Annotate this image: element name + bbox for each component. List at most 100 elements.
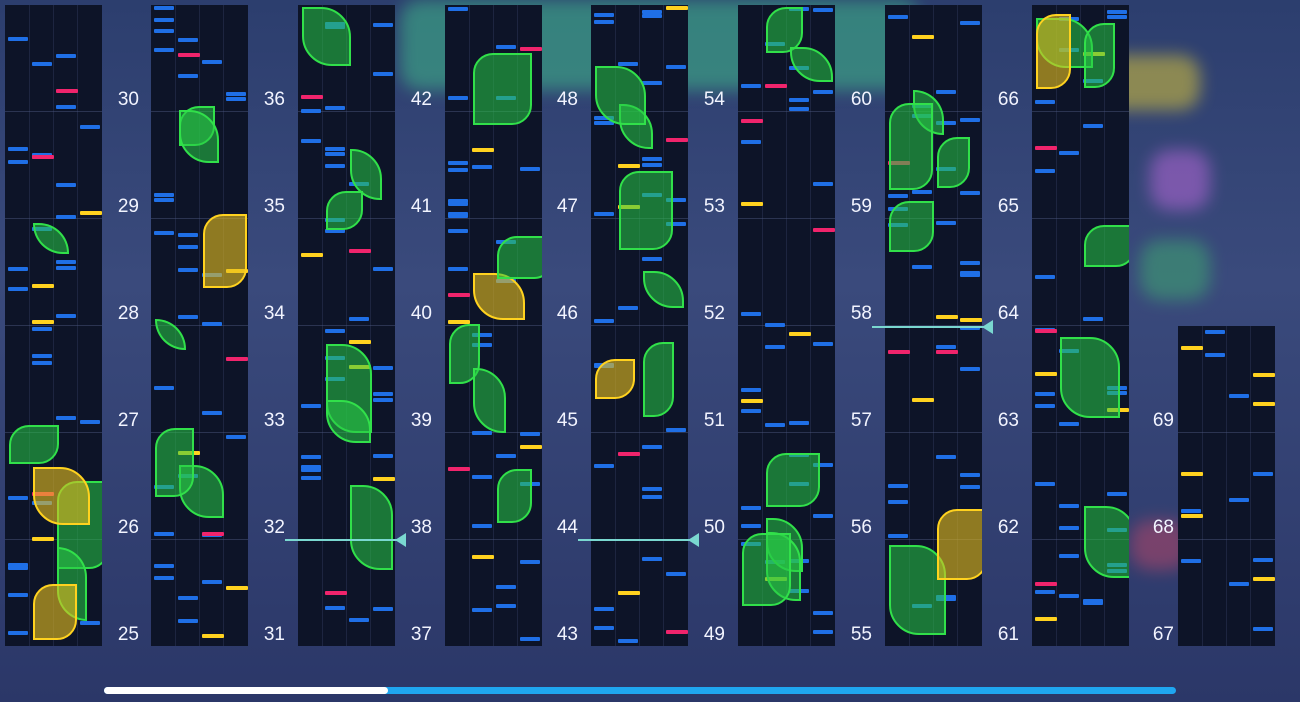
tap-note bbox=[373, 398, 393, 403]
critical-note bbox=[666, 630, 688, 635]
tap-note bbox=[448, 266, 468, 271]
flick-note bbox=[618, 590, 640, 595]
measure-number: 27 bbox=[117, 410, 139, 431]
measure-number: 45 bbox=[556, 410, 578, 431]
tap-note bbox=[1059, 594, 1079, 599]
tap-note bbox=[325, 152, 345, 157]
tap-note bbox=[666, 64, 686, 69]
measure-line bbox=[738, 432, 835, 433]
measure-line bbox=[298, 325, 395, 326]
tap-note bbox=[1059, 553, 1079, 558]
tap-note bbox=[1181, 559, 1201, 564]
tap-note bbox=[301, 464, 321, 469]
tap-note bbox=[1083, 123, 1103, 128]
tap-note bbox=[178, 595, 198, 600]
critical-note bbox=[765, 83, 787, 88]
hold-note bbox=[326, 190, 364, 231]
tap-note bbox=[789, 106, 809, 111]
tap-note bbox=[373, 606, 393, 611]
tap-note bbox=[741, 311, 761, 316]
tap-note bbox=[888, 499, 908, 504]
measure-number: 52 bbox=[703, 303, 725, 324]
critical-note bbox=[448, 292, 470, 297]
tap-note bbox=[496, 585, 516, 590]
flick-note bbox=[1035, 616, 1057, 621]
tap-note bbox=[1107, 492, 1127, 497]
measure-number: 63 bbox=[997, 410, 1019, 431]
tap-note bbox=[765, 323, 785, 328]
tap-note bbox=[32, 361, 52, 366]
tap-note bbox=[888, 484, 908, 489]
measure-number: 42 bbox=[410, 89, 432, 110]
tap-note bbox=[1253, 626, 1273, 631]
flick-note bbox=[1035, 371, 1057, 376]
tap-note bbox=[178, 38, 198, 43]
measure-line bbox=[445, 539, 542, 540]
tap-note bbox=[178, 233, 198, 238]
measure-line bbox=[1032, 111, 1129, 112]
measure-line bbox=[5, 218, 102, 219]
measure-number: 37 bbox=[410, 624, 432, 645]
hold-note bbox=[155, 427, 195, 498]
flick-note bbox=[32, 537, 54, 542]
tap-note bbox=[594, 626, 614, 631]
playhead-line bbox=[285, 539, 405, 541]
tap-note bbox=[1035, 391, 1055, 396]
flick-note bbox=[666, 6, 688, 11]
tap-note bbox=[1229, 581, 1249, 586]
tap-note bbox=[520, 560, 540, 565]
tap-note bbox=[472, 607, 492, 612]
tap-note bbox=[1083, 317, 1103, 322]
tap-note bbox=[813, 514, 833, 519]
tap-note bbox=[1059, 525, 1079, 530]
tap-note bbox=[80, 125, 100, 130]
critical-note bbox=[448, 467, 470, 472]
critical-note bbox=[888, 350, 910, 355]
tap-note bbox=[56, 214, 76, 219]
hold-note bbox=[889, 102, 934, 191]
measure-number: 69 bbox=[1152, 410, 1174, 431]
tap-note bbox=[301, 475, 321, 480]
tap-note bbox=[960, 366, 980, 371]
measure-number: 43 bbox=[556, 624, 578, 645]
tap-note bbox=[1083, 598, 1103, 603]
measure-number: 68 bbox=[1152, 517, 1174, 538]
flick-note bbox=[349, 339, 371, 344]
tap-note bbox=[472, 474, 492, 479]
tap-note bbox=[301, 403, 321, 408]
measure-line bbox=[738, 325, 835, 326]
tap-note bbox=[594, 19, 614, 24]
tap-note bbox=[226, 435, 246, 440]
tap-note bbox=[666, 427, 686, 432]
tap-note bbox=[80, 620, 100, 625]
measure-number: 66 bbox=[997, 89, 1019, 110]
tap-note bbox=[642, 486, 662, 491]
tap-note bbox=[178, 268, 198, 273]
tap-note bbox=[618, 306, 638, 311]
hold-note bbox=[497, 235, 542, 280]
tap-note bbox=[642, 494, 662, 499]
tap-note bbox=[8, 287, 28, 292]
tap-note bbox=[8, 159, 28, 164]
critical-note bbox=[936, 350, 958, 355]
measure-number: 55 bbox=[850, 624, 872, 645]
tap-note bbox=[448, 6, 468, 11]
measure-number: 44 bbox=[556, 517, 578, 538]
tap-note bbox=[154, 575, 174, 580]
critical-note bbox=[202, 531, 224, 536]
tap-note bbox=[642, 162, 662, 167]
measure-number: 47 bbox=[556, 196, 578, 217]
tap-note bbox=[642, 556, 662, 561]
hold-note bbox=[619, 171, 674, 250]
chart-column-3 bbox=[298, 5, 395, 646]
measure-line bbox=[885, 432, 982, 433]
tap-note bbox=[1035, 404, 1055, 409]
hold-note bbox=[766, 452, 820, 508]
tap-note bbox=[32, 62, 52, 67]
measure-number: 58 bbox=[850, 303, 872, 324]
tap-note bbox=[666, 572, 686, 577]
flick-note bbox=[912, 398, 934, 403]
tap-note bbox=[325, 164, 345, 169]
tap-note bbox=[741, 409, 761, 414]
chart-column-9 bbox=[1178, 326, 1275, 646]
